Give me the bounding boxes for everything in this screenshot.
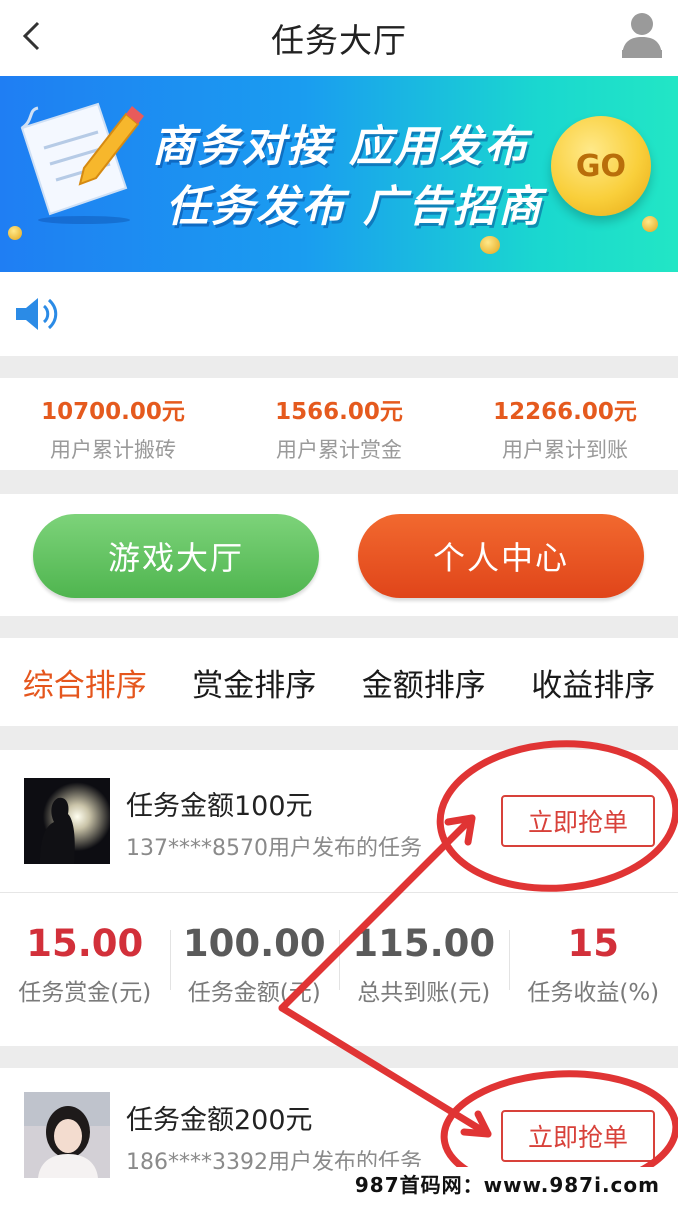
coin-icon bbox=[642, 216, 658, 232]
page-title: 任务大厅 bbox=[271, 21, 407, 60]
stat-brick: 10700.00元 用户累计搬砖 bbox=[0, 378, 226, 470]
stat-bounty: 1566.00元 用户累计赏金 bbox=[226, 378, 452, 470]
task-metrics: 15.00 任务赏金(元) 100.00 任务金额(元) 115.00 总共到账… bbox=[0, 910, 678, 1020]
metric-value: 115.00 bbox=[352, 922, 496, 965]
profile-button[interactable] bbox=[620, 10, 664, 60]
cumulative-stats: 10700.00元 用户累计搬砖 1566.00元 用户累计赏金 12266.0… bbox=[0, 378, 678, 470]
grab-order-button[interactable]: 立即抢单 bbox=[501, 795, 655, 847]
task-hall-screen: 任务大厅 商务对接 应用发布 任务发布 广告招商 GO 10700.00元 用户… bbox=[0, 0, 678, 1206]
task-amount: 任务金额100元 bbox=[126, 791, 313, 822]
avatar bbox=[24, 778, 110, 864]
document-pen-icon bbox=[20, 102, 144, 224]
task-amount: 任务金额200元 bbox=[126, 1105, 313, 1136]
watermark: 987首码网：www.987i.com bbox=[348, 1167, 666, 1200]
game-hall-button[interactable]: 游戏大厅 bbox=[33, 514, 319, 598]
banner-headline-2: 任务发布 广告招商 bbox=[166, 182, 543, 232]
metric-label: 任务收益(%) bbox=[527, 980, 660, 1006]
metric-yield: 15 任务收益(%) bbox=[508, 910, 678, 1020]
stat-value: 10700.00元 bbox=[41, 399, 185, 425]
promo-banner[interactable]: 商务对接 应用发布 任务发布 广告招商 GO bbox=[0, 76, 678, 272]
back-chevron-icon bbox=[22, 21, 40, 51]
task-card[interactable]: 任务金额100元 137****8570用户发布的任务 立即抢单 15.00 任… bbox=[0, 750, 678, 1046]
metric-bounty: 15.00 任务赏金(元) bbox=[0, 910, 170, 1020]
action-buttons: 游戏大厅 个人中心 bbox=[0, 494, 678, 616]
user-avatar-icon bbox=[622, 13, 662, 58]
avatar bbox=[24, 1092, 110, 1178]
stat-received: 12266.00元 用户累计到账 bbox=[452, 378, 678, 470]
top-header: 任务大厅 bbox=[0, 0, 678, 76]
metric-total: 115.00 总共到账(元) bbox=[339, 910, 509, 1020]
banner-headline-1: 商务对接 应用发布 bbox=[152, 122, 529, 172]
coin-icon bbox=[480, 236, 500, 254]
tab-sort-yield[interactable]: 收益排序 bbox=[509, 660, 678, 705]
tab-sort-overall[interactable]: 综合排序 bbox=[0, 660, 170, 705]
metric-label: 任务金额(元) bbox=[187, 980, 321, 1006]
metric-label: 总共到账(元) bbox=[357, 980, 491, 1006]
stat-label: 用户累计搬砖 bbox=[50, 438, 176, 462]
tab-sort-amount[interactable]: 金额排序 bbox=[339, 660, 509, 705]
metric-value: 15.00 bbox=[26, 922, 144, 965]
tab-sort-bounty[interactable]: 赏金排序 bbox=[170, 660, 340, 705]
stat-value: 12266.00元 bbox=[493, 399, 637, 425]
stat-label: 用户累计到账 bbox=[502, 438, 628, 462]
metric-amount: 100.00 任务金额(元) bbox=[169, 910, 340, 1020]
task-publisher: 137****8570用户发布的任务 bbox=[126, 836, 422, 861]
metric-value: 15 bbox=[567, 922, 620, 965]
stat-label: 用户累计赏金 bbox=[276, 438, 402, 462]
divider bbox=[0, 892, 678, 893]
coin-icon bbox=[8, 226, 22, 240]
banner-go-button[interactable]: GO bbox=[551, 116, 651, 216]
metric-label: 任务赏金(元) bbox=[18, 980, 152, 1006]
grab-order-button[interactable]: 立即抢单 bbox=[501, 1110, 655, 1162]
sort-tabs: 综合排序 赏金排序 金额排序 收益排序 bbox=[0, 638, 678, 726]
personal-center-button[interactable]: 个人中心 bbox=[358, 514, 644, 598]
speaker-icon bbox=[16, 298, 58, 330]
notice-bar bbox=[0, 272, 678, 356]
back-button[interactable] bbox=[8, 12, 56, 60]
stat-value: 1566.00元 bbox=[275, 399, 403, 425]
metric-value: 100.00 bbox=[182, 922, 326, 965]
